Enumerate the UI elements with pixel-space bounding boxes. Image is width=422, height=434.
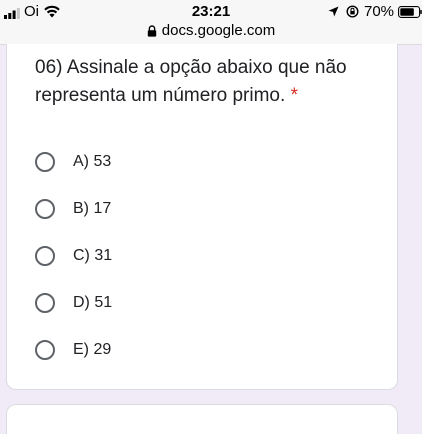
- radio-button[interactable]: [35, 292, 55, 313]
- lock-icon: [147, 24, 156, 37]
- radio-button[interactable]: [35, 151, 55, 172]
- option-c[interactable]: C) 31: [35, 232, 112, 279]
- option-label: A) 53: [73, 152, 112, 170]
- option-d[interactable]: D) 51: [35, 279, 112, 326]
- status-bar: Oi 23:21 70% docs.google.com: [0, 0, 422, 45]
- radio-button[interactable]: [35, 245, 55, 266]
- option-e[interactable]: E) 29: [35, 326, 112, 373]
- location-arrow-icon: [328, 6, 339, 17]
- url-text: docs.google.com: [161, 22, 276, 39]
- next-question-card: [6, 404, 398, 434]
- address-bar[interactable]: docs.google.com: [0, 22, 422, 39]
- question-text: 06) Assinale a opção abaixo que não repr…: [35, 57, 347, 106]
- rotation-lock-icon: [346, 5, 359, 18]
- option-label: C) 31: [73, 246, 113, 264]
- option-a[interactable]: A) 53: [35, 138, 112, 185]
- battery-percentage: 70%: [364, 3, 395, 20]
- radio-button[interactable]: [35, 198, 55, 219]
- radio-button[interactable]: [35, 339, 55, 360]
- options-group: A) 53 B) 17 C) 31 D) 51 E) 29: [35, 138, 112, 373]
- option-label: B) 17: [73, 199, 112, 217]
- battery-icon: [398, 6, 422, 18]
- option-label: E) 29: [73, 340, 112, 358]
- required-asterisk: *: [290, 85, 298, 106]
- option-label: D) 51: [73, 293, 113, 311]
- option-b[interactable]: B) 17: [35, 185, 112, 232]
- question-card: 06) Assinale a opção abaixo que não repr…: [6, 44, 398, 390]
- question-title: 06) Assinale a opção abaixo que não repr…: [35, 54, 375, 110]
